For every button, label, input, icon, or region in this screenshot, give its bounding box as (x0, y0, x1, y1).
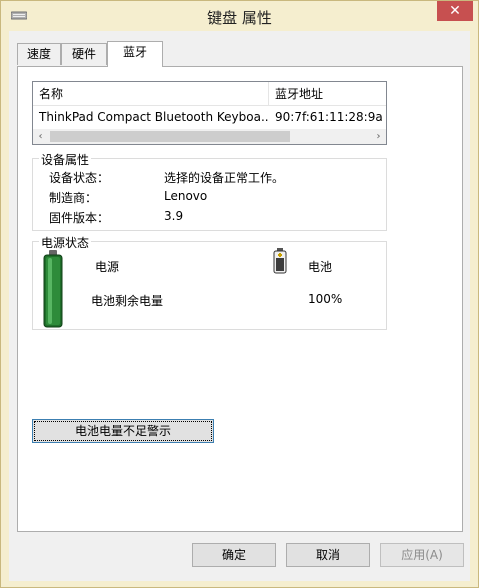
title-bar[interactable]: 键盘 属性 ✕ (1, 1, 478, 31)
scroll-right-icon[interactable]: › (371, 129, 386, 144)
battery-large-icon (43, 250, 63, 328)
device-address-cell: 90:7f:61:11:28:9a (275, 110, 383, 124)
cancel-button[interactable]: 取消 (286, 543, 370, 567)
device-name-cell: ThinkPad Compact Bluetooth Keyboa... (39, 110, 268, 124)
power-label: 电源 (95, 260, 120, 274)
device-list[interactable]: 名称 蓝牙地址 ThinkPad Compact Bluetooth Keybo… (32, 81, 387, 145)
firmware-value: 3.9 (164, 209, 184, 223)
apply-button[interactable]: 应用(A) (380, 543, 464, 567)
power-status-group: 电源状态 电源 电池 电池剩余电量 100% (32, 234, 387, 330)
tab-bluetooth[interactable]: 蓝牙 (107, 41, 163, 67)
device-list-header: 名称 蓝牙地址 (33, 82, 386, 106)
power-status-legend: 电源状态 (39, 234, 92, 251)
tab-speed[interactable]: 速度 (17, 43, 61, 65)
window-title: 键盘 属性 (207, 9, 272, 27)
dialog-window: 键盘 属性 ✕ 速度 硬件 蓝牙 名称 蓝牙地址 ThinkPad Compac… (0, 0, 479, 588)
manufacturer-value: Lenovo (164, 189, 208, 203)
scrollbar-thumb[interactable] (50, 131, 290, 142)
bluetooth-tab-panel: 名称 蓝牙地址 ThinkPad Compact Bluetooth Keybo… (17, 66, 463, 532)
ok-button[interactable]: 确定 (192, 543, 276, 567)
remaining-charge-label: 电池剩余电量 (91, 294, 164, 308)
scroll-left-icon[interactable]: ‹ (33, 129, 48, 144)
tab-hardware[interactable]: 硬件 (61, 43, 107, 65)
device-properties-group: 设备属性 设备状态： 选择的设备正常工作。 制造商： Lenovo 固件版本： … (32, 151, 387, 231)
firmware-label: 固件版本： (49, 211, 110, 225)
remaining-charge-value: 100% (308, 292, 343, 306)
battery-label: 电池 (308, 260, 333, 274)
dialog-client: 速度 硬件 蓝牙 名称 蓝牙地址 ThinkPad Compact Blueto… (9, 31, 470, 581)
battery-small-icon (273, 248, 287, 274)
table-row[interactable]: ThinkPad Compact Bluetooth Keyboa... 90:… (33, 106, 386, 128)
manufacturer-label: 制造商： (49, 191, 98, 205)
column-header-address[interactable]: 蓝牙地址 (269, 82, 386, 106)
device-properties-legend: 设备属性 (39, 151, 92, 168)
column-header-name[interactable]: 名称 (33, 82, 268, 106)
low-battery-warning-button[interactable]: 电池电量不足警示 (32, 419, 214, 443)
status-label: 设备状态： (49, 171, 110, 185)
status-value: 选择的设备正常工作。 (164, 171, 285, 185)
horizontal-scrollbar[interactable]: ‹ › (33, 129, 386, 144)
close-icon[interactable]: ✕ (437, 1, 473, 21)
